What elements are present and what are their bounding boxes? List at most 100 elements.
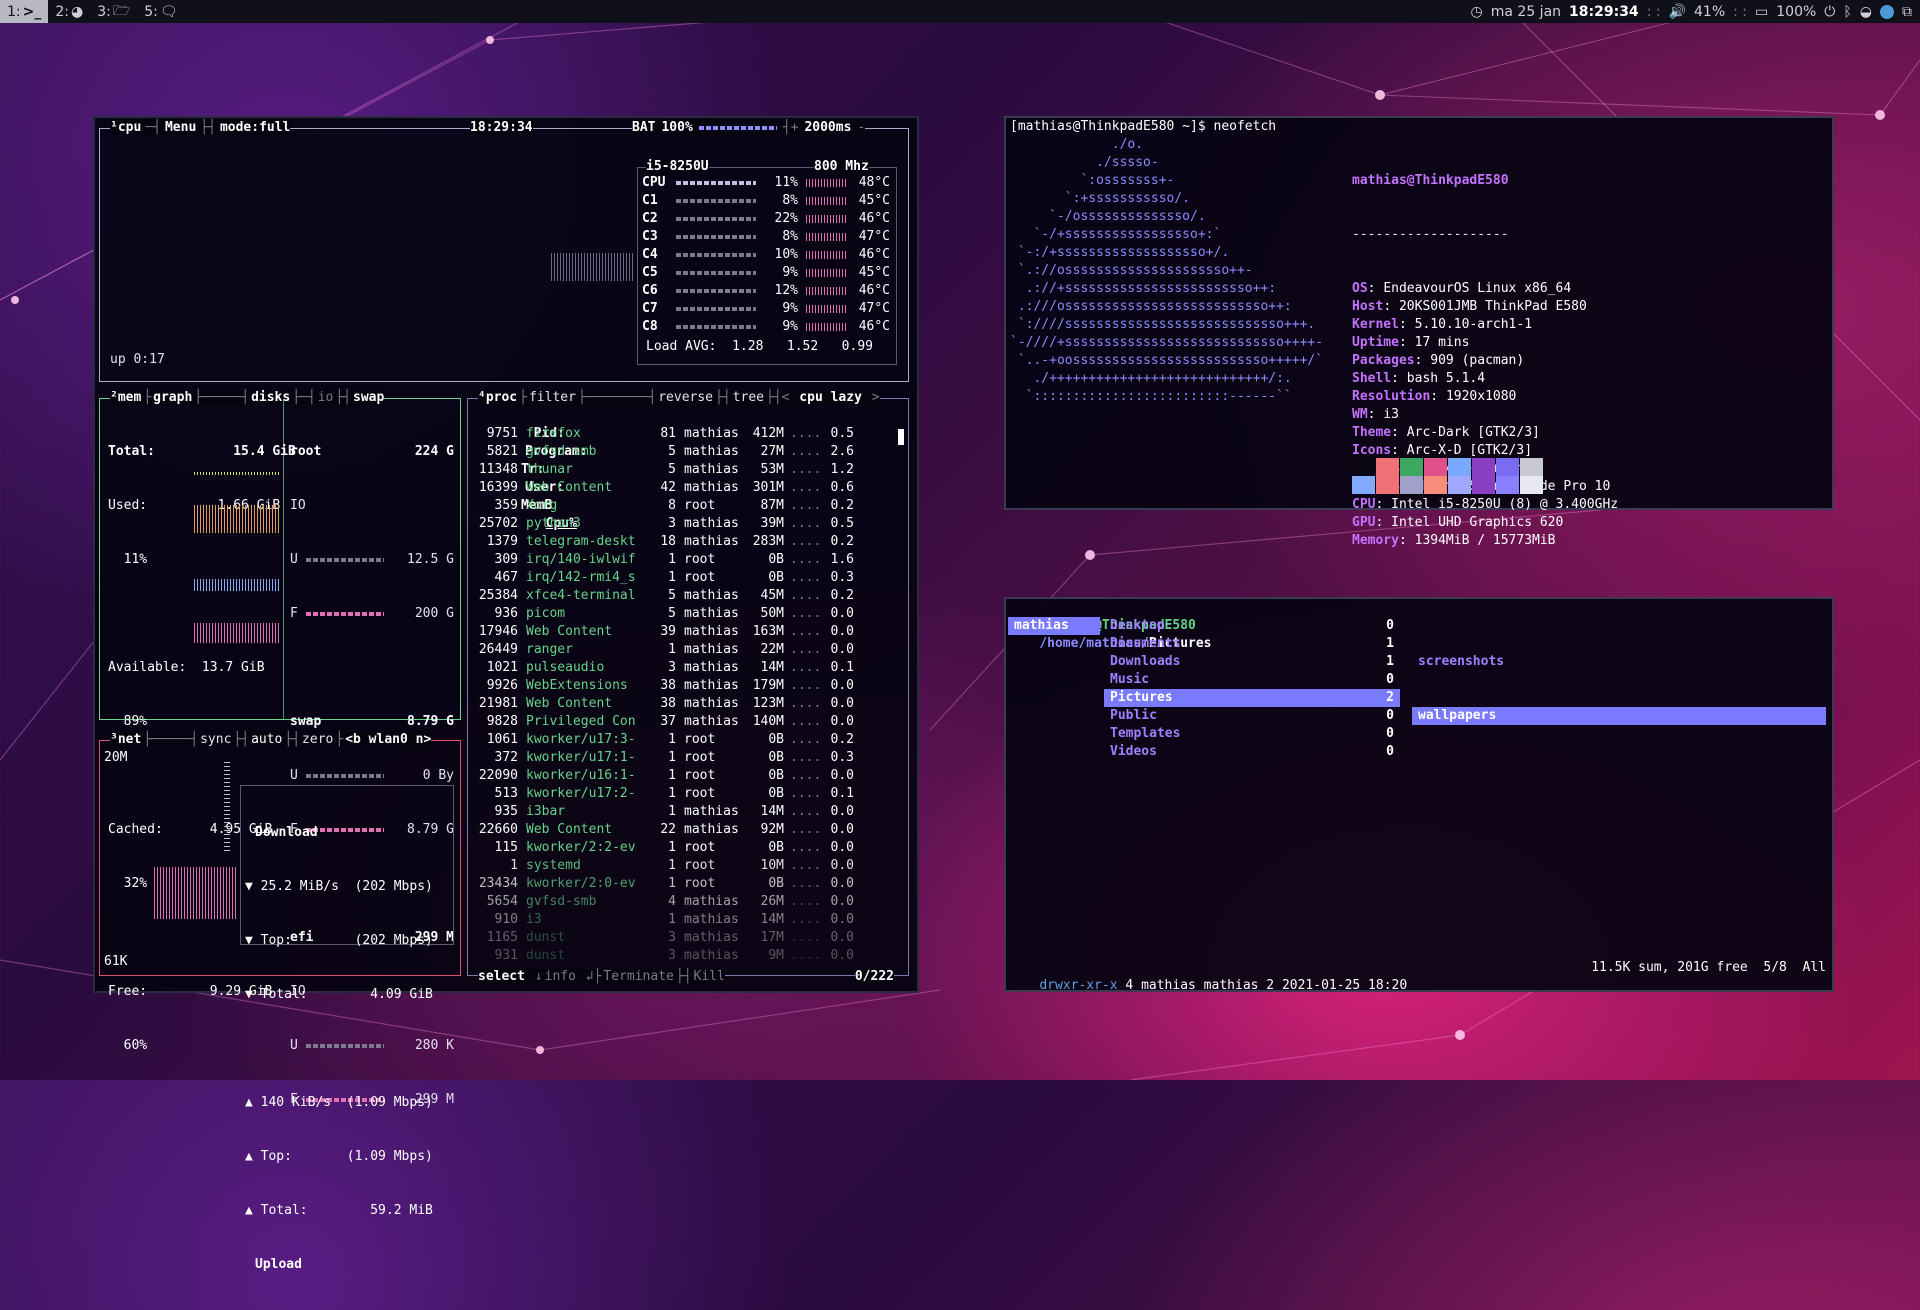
mem-tab[interactable]: ²mem (110, 390, 141, 405)
load-average: Load AVG: 1.28 1.52 0.99 (646, 339, 873, 354)
proc-count: 0/222 (854, 969, 894, 984)
power-icon[interactable]: ⏻ (1824, 4, 1835, 20)
disks-tab[interactable]: disks (251, 390, 290, 405)
proc-row[interactable]: 1021 pulseaudio 3 mathias 14M .... 0.1 (474, 659, 894, 677)
net-scale-top: 20M (104, 750, 128, 765)
download-top: Top: (202 Mbps) (260, 933, 433, 948)
workspace-5[interactable]: 5: 🗨 (137, 0, 184, 23)
ranger-dir-item[interactable]: Public 0 (1104, 707, 1400, 725)
upload-total: Total: 59.2 MiB (260, 1203, 433, 1218)
proc-row[interactable]: 910 i3 1 mathias 14M .... 0.0 (474, 911, 894, 929)
proc-row[interactable]: 11348 thunar 5 mathias 53M .... 1.2 (474, 461, 894, 479)
proc-row[interactable]: 467 irq/142-rmi4_s 1 root 0B .... 0.3 (474, 569, 894, 587)
upload-rate: 140 KiB/s (1.09 Mbps) (260, 1095, 433, 1110)
ranger-dir-item[interactable]: Music 0 (1104, 671, 1400, 689)
proc-row[interactable]: 372 kworker/u17:1- 1 root 0B .... 0.3 (474, 749, 894, 767)
ranger-dir-item[interactable]: Pictures 2 (1104, 689, 1400, 707)
cpu-tab[interactable]: ¹cpu (110, 120, 141, 135)
update-interval[interactable]: 2000ms (804, 120, 851, 135)
proc-row[interactable]: 21981 Web Content 38 mathias 123M .... 0… (474, 695, 894, 713)
proc-row[interactable]: 309 irq/140-iwlwif 1 root 0B .... 1.6 (474, 551, 894, 569)
net-download-graph (154, 867, 236, 919)
bluetooth-icon[interactable]: ᛒ (1843, 4, 1851, 20)
ranger-dir-item[interactable]: Downloads 1 (1104, 653, 1400, 671)
proc-row[interactable]: 931 dunst 3 mathias 9M .... 0.0 (474, 947, 894, 965)
proc-row[interactable]: 5821 gvfsd-smb 5 mathias 27M .... 2.6 (474, 443, 894, 461)
io-toggle[interactable]: io (318, 390, 334, 405)
network-manager-icon[interactable] (1880, 4, 1894, 19)
logo-line: `:+sssssssssso/. (1010, 191, 1191, 206)
ranger-parent-item[interactable]: mathias (1008, 617, 1100, 635)
proc-row[interactable]: 1061 kworker/u17:3- 1 root 0B .... 0.2 (474, 731, 894, 749)
proc-filter[interactable]: filter (529, 390, 576, 405)
proc-terminate-button[interactable]: Terminate (603, 969, 673, 984)
preview-wallpapers[interactable]: wallpapers (1412, 707, 1826, 725)
color-swatch (1352, 458, 1375, 476)
proc-row[interactable]: 22660 Web Content 22 mathias 92M .... 0.… (474, 821, 894, 839)
proc-row[interactable]: 26449 ranger 1 mathias 22M .... 0.0 (474, 641, 894, 659)
cpu-model: i5-8250U (646, 159, 709, 174)
net-auto-toggle[interactable]: auto (251, 732, 282, 747)
proc-row[interactable]: 1165 dunst 3 mathias 17M .... 0.0 (474, 929, 894, 947)
proc-row[interactable]: 22090 kworker/u16:1- 1 root 0B .... 0.0 (474, 767, 894, 785)
proc-select-button[interactable]: select (478, 969, 525, 984)
neofetch-info-row: CPU: Intel i5-8250U (8) @ 3.400GHz (1352, 497, 1619, 512)
proc-row[interactable]: 25702 python3 3 mathias 39M .... 0.5 (474, 515, 894, 533)
globe-icon: ◕ (70, 3, 84, 20)
logo-line: ./sssso- (1010, 155, 1159, 170)
proc-reverse-toggle[interactable]: reverse (658, 390, 713, 405)
proc-row[interactable]: 23434 kworker/2:0-ev 1 root 0B .... 0.0 (474, 875, 894, 893)
color-swatch (1448, 476, 1471, 494)
neofetch-info-row: Resolution: 1920x1080 (1352, 389, 1517, 404)
wifi-icon[interactable]: ◒ (1860, 4, 1872, 20)
download-total: Total: 4.09 GiB (260, 987, 433, 1002)
workspace-1[interactable]: 1: >_ (0, 0, 49, 23)
proc-tab[interactable]: ⁴proc (478, 390, 517, 405)
menu-button[interactable]: Menu (165, 120, 196, 135)
proc-row[interactable]: 9926 WebExtensions 38 mathias 179M .... … (474, 677, 894, 695)
disk-root-name: root (290, 444, 322, 459)
logo-line: `-:/+sssssssssssssssssso+/. (1010, 245, 1230, 260)
preview-screenshots[interactable]: screenshots (1412, 653, 1826, 671)
workspace-3[interactable]: 3: 🗁 (90, 0, 137, 23)
net-interface-select[interactable]: <b wlan0 n> (345, 732, 431, 747)
proc-row[interactable]: 17946 Web Content 39 mathias 163M .... 0… (474, 623, 894, 641)
proc-row[interactable]: 16399 Web Content 42 mathias 301M .... 0… (474, 479, 894, 497)
color-swatch (1352, 476, 1375, 494)
window-icon[interactable]: ⧉ (1902, 4, 1912, 20)
ranger-dir-item[interactable]: Videos 0 (1104, 743, 1400, 761)
proc-row[interactable]: 936 picom 5 mathias 50M .... 0.0 (474, 605, 894, 623)
net-tab[interactable]: ³net (110, 732, 141, 747)
proc-row[interactable]: 359 Xorg 8 root 87M .... 0.2 (474, 497, 894, 515)
proc-kill-button[interactable]: Kill (694, 969, 725, 984)
swap-toggle[interactable]: swap (353, 390, 384, 405)
ranger-file-manager[interactable]: mathias@ThinkpadE580 /home/mathias/Pictu… (1004, 597, 1834, 993)
proc-row[interactable]: 1 systemd 1 root 10M .... 0.0 (474, 857, 894, 875)
proc-tree-toggle[interactable]: tree (733, 390, 764, 405)
net-zero-toggle[interactable]: zero (302, 732, 333, 747)
chat-icon: 🗨 (159, 3, 178, 20)
proc-scrollbar[interactable] (898, 429, 904, 445)
graph-toggle[interactable]: graph (153, 390, 192, 405)
proc-row[interactable]: 9751 firefox 81 mathias 412M .... 0.5 (474, 425, 894, 443)
proc-row[interactable]: 513 kworker/u17:2- 1 root 0B .... 0.1 (474, 785, 894, 803)
clock-date: ma 25 jan (1490, 3, 1562, 20)
net-sync-toggle[interactable]: sync (200, 732, 231, 747)
neofetch-terminal[interactable]: [mathias@ThinkpadE580 ~]$ neofetch ./o. … (1004, 116, 1834, 548)
mode-button[interactable]: mode:full (220, 120, 290, 135)
proc-row[interactable]: 9828 Privileged Con 37 mathias 140M ....… (474, 713, 894, 731)
volume-icon[interactable]: 🔊 (1669, 4, 1686, 20)
proc-row[interactable]: 935 i3bar 1 mathias 14M .... 0.0 (474, 803, 894, 821)
proc-row[interactable]: 5654 gvfsd-smb 4 mathias 26M .... 0.0 (474, 893, 894, 911)
ranger-dir-item[interactable]: Templates 0 (1104, 725, 1400, 743)
btop-window[interactable]: ¹cpu ─┤ Menu ├┤ mode:full 18:29:34 BAT 1… (93, 116, 919, 1272)
proc-sort-select[interactable]: cpu lazy (799, 390, 862, 405)
workspace-2[interactable]: 2: ◕ (48, 0, 90, 23)
battery-level: 100% (1776, 3, 1817, 20)
proc-row[interactable]: 1379 telegram-deskt 18 mathias 283M ....… (474, 533, 894, 551)
proc-row[interactable]: 25384 xfce4-terminal 5 mathias 45M .... … (474, 587, 894, 605)
ranger-dir-item[interactable]: Documents 1 (1104, 635, 1400, 653)
proc-info-button[interactable]: info (545, 969, 576, 984)
ranger-dir-item[interactable]: Desktop 0 (1104, 617, 1400, 635)
proc-row[interactable]: 115 kworker/2:2-ev 1 root 0B .... 0.0 (474, 839, 894, 857)
